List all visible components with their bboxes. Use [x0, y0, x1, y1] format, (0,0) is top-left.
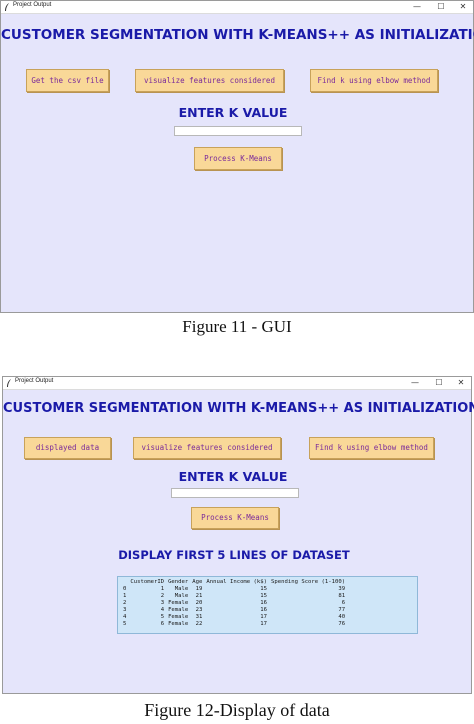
enter-k-label: ENTER K VALUE [178, 469, 288, 484]
gui-window-1: Project Output — ☐ ✕ CUSTOMER SEGMENTATI… [0, 0, 474, 313]
cell-age: 20 [195, 600, 203, 606]
cell-annual-income: 16 [260, 607, 268, 613]
visualize-features-button[interactable]: visualize features considered [135, 69, 284, 92]
figure-11-caption: Figure 11 - GUI [182, 317, 292, 336]
process-kmeans-button[interactable]: Process K-Means [194, 147, 282, 170]
cell-spending-score: 6 [341, 600, 346, 606]
cell-customerid: 2 [160, 593, 165, 599]
table-header-row: CustomerID Gender Age Annual Income (k$)… [121, 579, 347, 586]
cell-age: 23 [195, 607, 203, 613]
cell-index: 4 [123, 614, 127, 620]
displayed-data-button[interactable]: displayed data [24, 437, 111, 459]
cell-annual-income: 15 [260, 586, 268, 592]
cell-age: 22 [195, 621, 203, 627]
figure-12-caption: Figure 12-Display of data [144, 700, 330, 720]
cell-index: 1 [123, 593, 127, 599]
dataset-preview-panel: CustomerID Gender Age Annual Income (k$)… [117, 576, 418, 634]
minimize-icon[interactable]: — [407, 377, 423, 389]
window-title: Project Output [15, 378, 54, 384]
cell-spending-score: 77 [338, 607, 346, 613]
table-row: 4 5 Female 31 17 40 [121, 614, 347, 621]
close-icon[interactable]: ✕ [453, 377, 469, 389]
feather-icon [7, 379, 11, 387]
visualize-features-button[interactable]: visualize features considered [133, 437, 281, 459]
cell-annual-income: 17 [260, 614, 268, 620]
header-index [121, 579, 128, 586]
window-title: Project Output [13, 2, 52, 8]
cell-annual-income: 17 [260, 621, 268, 627]
cell-annual-income: 16 [260, 600, 268, 606]
header-annual-income: Annual Income (k$) [206, 579, 268, 585]
maximize-icon[interactable]: ☐ [431, 377, 447, 389]
process-kmeans-button[interactable]: Process K-Means [191, 507, 279, 529]
cell-gender: Female [168, 600, 189, 606]
gui-window-2: Project Output — ☐ ✕ CUSTOMER SEGMENTATI… [2, 376, 474, 694]
app-heading: CUSTOMER SEGMENTATION WITH K-MEANS++ AS … [1, 27, 474, 43]
header-age: Age [192, 579, 203, 585]
cell-gender: Male [174, 586, 189, 592]
cell-gender: Female [168, 614, 189, 620]
table-row: 3 4 Female 23 16 77 [121, 607, 347, 614]
cell-gender: Male [174, 593, 189, 599]
cell-customerid: 1 [160, 586, 165, 592]
cell-gender: Female [168, 621, 189, 627]
dataset-table: CustomerID Gender Age Annual Income (k$)… [121, 579, 347, 628]
cell-annual-income: 15 [260, 593, 268, 599]
find-k-elbow-button[interactable]: Find k using elbow method [309, 437, 434, 459]
cell-spending-score: 76 [338, 621, 346, 627]
cell-index: 5 [123, 621, 127, 627]
table-row: 5 6 Female 22 17 76 [121, 621, 347, 628]
title-bar: Project Output — ☐ ✕ [1, 1, 473, 14]
table-row: 2 3 Female 20 16 6 [121, 600, 347, 607]
cell-customerid: 4 [160, 607, 165, 613]
k-value-input[interactable] [171, 488, 299, 498]
cell-customerid: 5 [160, 614, 165, 620]
cell-spending-score: 81 [338, 593, 346, 599]
title-bar: Project Output — ☐ ✕ [3, 377, 471, 390]
maximize-icon[interactable]: ☐ [433, 1, 449, 13]
cell-spending-score: 39 [338, 586, 346, 592]
cell-index: 3 [123, 607, 127, 613]
cell-index: 0 [123, 586, 127, 592]
feather-icon [5, 3, 9, 11]
close-icon[interactable]: ✕ [455, 1, 471, 13]
cell-customerid: 3 [160, 600, 165, 606]
cell-age: 31 [195, 614, 203, 620]
enter-k-label: ENTER K VALUE [178, 105, 288, 120]
app-heading: CUSTOMER SEGMENTATION WITH K-MEANS++ AS … [3, 401, 474, 416]
k-value-input[interactable] [174, 126, 302, 136]
cell-gender: Female [168, 607, 189, 613]
cell-age: 21 [195, 593, 203, 599]
cell-index: 2 [123, 600, 127, 606]
get-csv-button[interactable]: Get the csv file [26, 69, 109, 92]
table-row: 1 2 Male 21 15 81 [121, 593, 347, 600]
header-spending-score: Spending Score (1-100) [271, 579, 346, 585]
minimize-icon[interactable]: — [409, 1, 425, 13]
cell-spending-score: 40 [338, 614, 346, 620]
display-dataset-heading: DISPLAY FIRST 5 LINES OF DATASET [118, 548, 350, 562]
find-k-elbow-button[interactable]: Find k using elbow method [310, 69, 438, 92]
cell-age: 19 [195, 586, 203, 592]
cell-customerid: 6 [160, 621, 165, 627]
header-gender: Gender [168, 579, 189, 585]
table-row: 0 1 Male 19 15 39 [121, 586, 347, 593]
header-customerid: CustomerID [130, 579, 165, 585]
